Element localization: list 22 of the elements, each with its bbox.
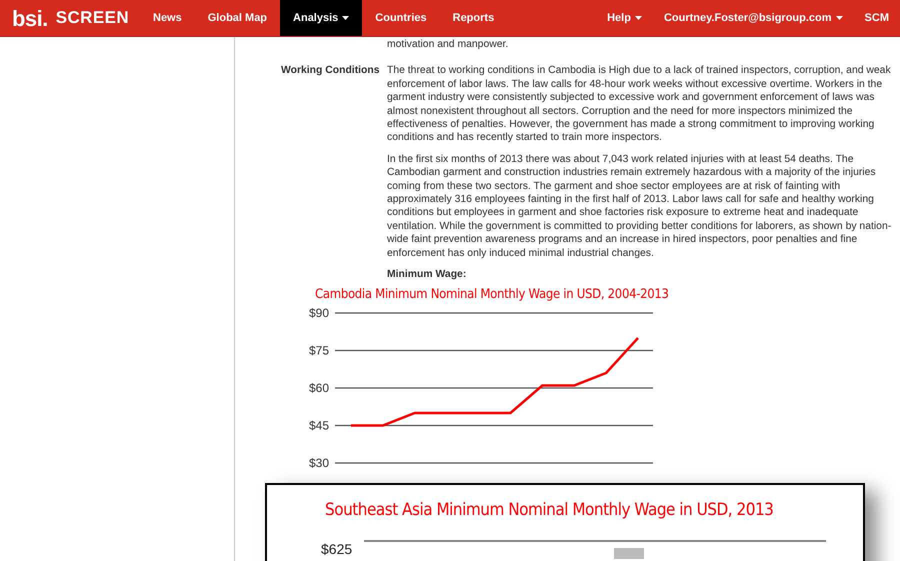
paragraph: In the first six months of 2013 there was about 7,043 work related injuries with at least 54 deaths. The Cambodian garment and construction industries remain extremely hazardous with a majority of the injuries coming from these two sectors. The garment and shoe sector employees are at risk of fainting with approximately 316 employees fainting in the first half of 2013. Labor laws call for safe and healthy working conditions but employees in garment and shoe factories risk exposure to extreme heat and inadequate ventilation. While the government is committed to providing better conditions for laborers, as shown by nation-wide faint prevention awareness programs and an increase in hired inspectors, poor penalties and fine enforcement has only induced minimal industrial changes.: [387, 152, 892, 260]
nav-tab[interactable]: Countries: [362, 0, 440, 36]
nav-link[interactable]: Help: [596, 0, 653, 36]
nav-tab[interactable]: News: [140, 0, 195, 36]
nav-link[interactable]: Courtney.Foster@bsigroup.com: [652, 0, 854, 36]
nav-tab[interactable]: Global Map: [194, 0, 280, 36]
nav-tab[interactable]: Analysis: [280, 0, 362, 36]
chart-title: Southeast Asia Minimum Nominal Monthly Wage in USD, 2013: [325, 499, 774, 522]
nav-link[interactable]: SCM: [854, 0, 900, 36]
chart-title: Cambodia Minimum Nominal Monthly Wage in USD, 2004-2013: [315, 288, 670, 301]
logo[interactable]: bsi. SCREEN: [0, 0, 140, 36]
axis-label: $60: [308, 380, 329, 395]
axis-label: $45: [308, 418, 329, 432]
axis-label: $30: [308, 456, 329, 470]
nav-tab[interactable]: Reports: [440, 0, 508, 36]
paragraph: The threat to working conditions in Cambodia is High due to a lack of trained inspectors, corruption, and weak enforcement of labor laws. The law calls for 48-hour work weeks without excessive overtime. Workers in the garment industry were consistently subjected to excessive work and government enforcement of laws was almost nonexistent throughout all sectors. Corruption and the need for more inspectors minimized the effectiveness of penalties. However, the government has made a strong commitment to improving working conditions and has recently started to train more inspectors.: [387, 64, 892, 145]
axis-label: $75: [308, 343, 329, 358]
section-label: Working Conditions: [280, 64, 381, 78]
axis-label: $625: [321, 540, 354, 558]
subheading: Minimum Wage:: [387, 268, 468, 282]
axis-label: $90: [308, 306, 329, 320]
paragraph: motivation and manpower.: [387, 38, 510, 52]
